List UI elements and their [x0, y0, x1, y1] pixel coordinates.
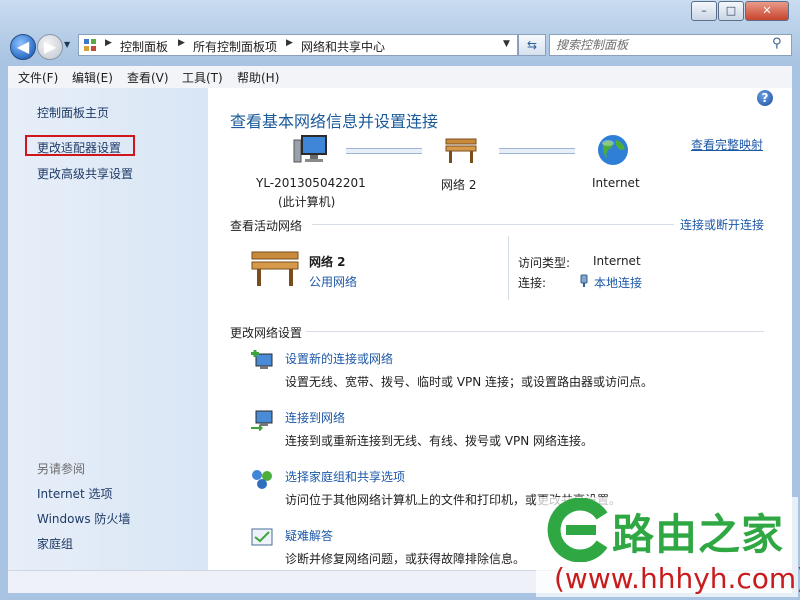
connect-to-network-desc: 连接到或重新连接到无线、有线、拨号或 VPN 网络连接。 [285, 434, 594, 448]
sidebar-home-link[interactable]: 控制面板主页 [37, 104, 109, 121]
sidebar: 控制面板主页 更改适配器设置 更改高级共享设置 另请参阅 Internet 选项… [8, 88, 208, 570]
ethernet-icon [580, 274, 588, 287]
history-dropdown-icon[interactable]: ▼ [64, 40, 74, 52]
connection-line [499, 148, 575, 154]
control-panel-icon [84, 39, 96, 51]
setup-connection-desc: 设置无线、宽带、拨号、临时或 VPN 连接；或设置路由器或访问点。 [285, 375, 654, 389]
menu-file[interactable]: 文件(F) [18, 69, 58, 86]
active-networks-heading: 查看活动网络 [230, 219, 303, 233]
computer-name: YL-201305042201 [256, 176, 366, 190]
change-adapter-settings-link[interactable]: 更改适配器设置 [37, 139, 121, 156]
back-arrow-icon: ◀ [16, 37, 30, 56]
windows-firewall-link[interactable]: Windows 防火墙 [37, 510, 130, 527]
menu-edit[interactable]: 编辑(E) [72, 69, 113, 86]
search-box[interactable]: ⚲ [549, 34, 792, 56]
troubleshoot-icon [251, 528, 273, 546]
new-connection-icon [251, 350, 273, 369]
minimize-button[interactable]: – [691, 1, 717, 21]
network-type-link[interactable]: 公用网络 [309, 273, 357, 290]
globe-icon [598, 135, 628, 165]
internet-options-link[interactable]: Internet 选项 [37, 485, 112, 502]
network-label: 网络 2 [441, 178, 477, 192]
see-full-map-link[interactable]: 查看完整映射 [691, 136, 763, 153]
breadcrumb-separator-icon: ▶ [105, 38, 112, 48]
search-input[interactable] [556, 37, 756, 53]
search-icon[interactable]: ⚲ [772, 36, 782, 51]
breadcrumb-item[interactable]: 网络和共享中心 [301, 38, 385, 55]
troubleshoot-link[interactable]: 疑难解答 [285, 527, 333, 544]
breadcrumb-item[interactable]: 所有控制面板项 [193, 38, 277, 55]
forward-arrow-icon: ▶ [43, 37, 57, 56]
troubleshoot-desc: 诊断并修复网络问题，或获得故障排除信息。 [285, 552, 526, 566]
breadcrumb-separator-icon: ▶ [286, 38, 293, 48]
help-icon[interactable]: ? [757, 90, 773, 106]
menu-help[interactable]: 帮助(H) [237, 69, 279, 86]
access-type-value: Internet [593, 254, 641, 268]
breadcrumb-item[interactable]: 控制面板 [120, 38, 168, 55]
computer-icon [293, 135, 327, 163]
bench-icon [445, 138, 477, 163]
homegroup-sharing-link[interactable]: 选择家庭组和共享选项 [285, 468, 405, 485]
connections-label: 连接: [518, 276, 547, 290]
page-title: 查看基本网络信息并设置连接 [230, 112, 439, 131]
divider [306, 331, 764, 332]
connect-network-icon [251, 410, 273, 431]
refresh-button[interactable]: ⇆ [518, 34, 546, 56]
change-advanced-sharing-link[interactable]: 更改高级共享设置 [37, 165, 133, 182]
maximize-button[interactable]: □ [718, 1, 744, 21]
address-bar[interactable]: ▶ 控制面板 ▶ 所有控制面板项 ▶ 网络和共享中心 ▼ [78, 34, 518, 56]
change-settings-heading: 更改网络设置 [230, 326, 303, 340]
divider [508, 236, 509, 300]
menu-view[interactable]: 查看(V) [127, 69, 169, 86]
watermark-brand: 路由之家 [612, 510, 785, 559]
computer-subtitle: (此计算机) [278, 195, 336, 209]
menu-tools[interactable]: 工具(T) [182, 69, 223, 86]
local-connection-link[interactable]: 本地连接 [594, 274, 642, 291]
internet-label: Internet [592, 176, 640, 190]
see-also-heading: 另请参阅 [37, 462, 86, 476]
connection-line [346, 148, 422, 154]
access-type-label: 访问类型: [518, 256, 571, 270]
close-button[interactable]: ✕ [745, 1, 789, 21]
address-dropdown-icon[interactable]: ▼ [503, 39, 510, 49]
watermark-url: (www.hhhyh.com) [554, 562, 800, 595]
watermark-logo-icon [547, 498, 608, 562]
menu-bar: 文件(F) 编辑(E) 查看(V) 工具(T) 帮助(H) [8, 66, 792, 89]
back-button[interactable]: ◀ [10, 34, 36, 60]
homegroup-link[interactable]: 家庭组 [37, 535, 73, 552]
homegroup-icon [252, 470, 272, 489]
forward-button[interactable]: ▶ [37, 34, 63, 60]
refresh-icon: ⇆ [526, 38, 538, 52]
setup-connection-link[interactable]: 设置新的连接或网络 [285, 350, 393, 367]
connect-to-network-link[interactable]: 连接到网络 [285, 409, 345, 426]
connect-disconnect-link[interactable]: 连接或断开连接 [680, 216, 764, 233]
bench-icon [251, 251, 299, 286]
active-network-name: 网络 2 [309, 255, 346, 269]
divider [312, 224, 674, 225]
breadcrumb-separator-icon: ▶ [178, 38, 185, 48]
